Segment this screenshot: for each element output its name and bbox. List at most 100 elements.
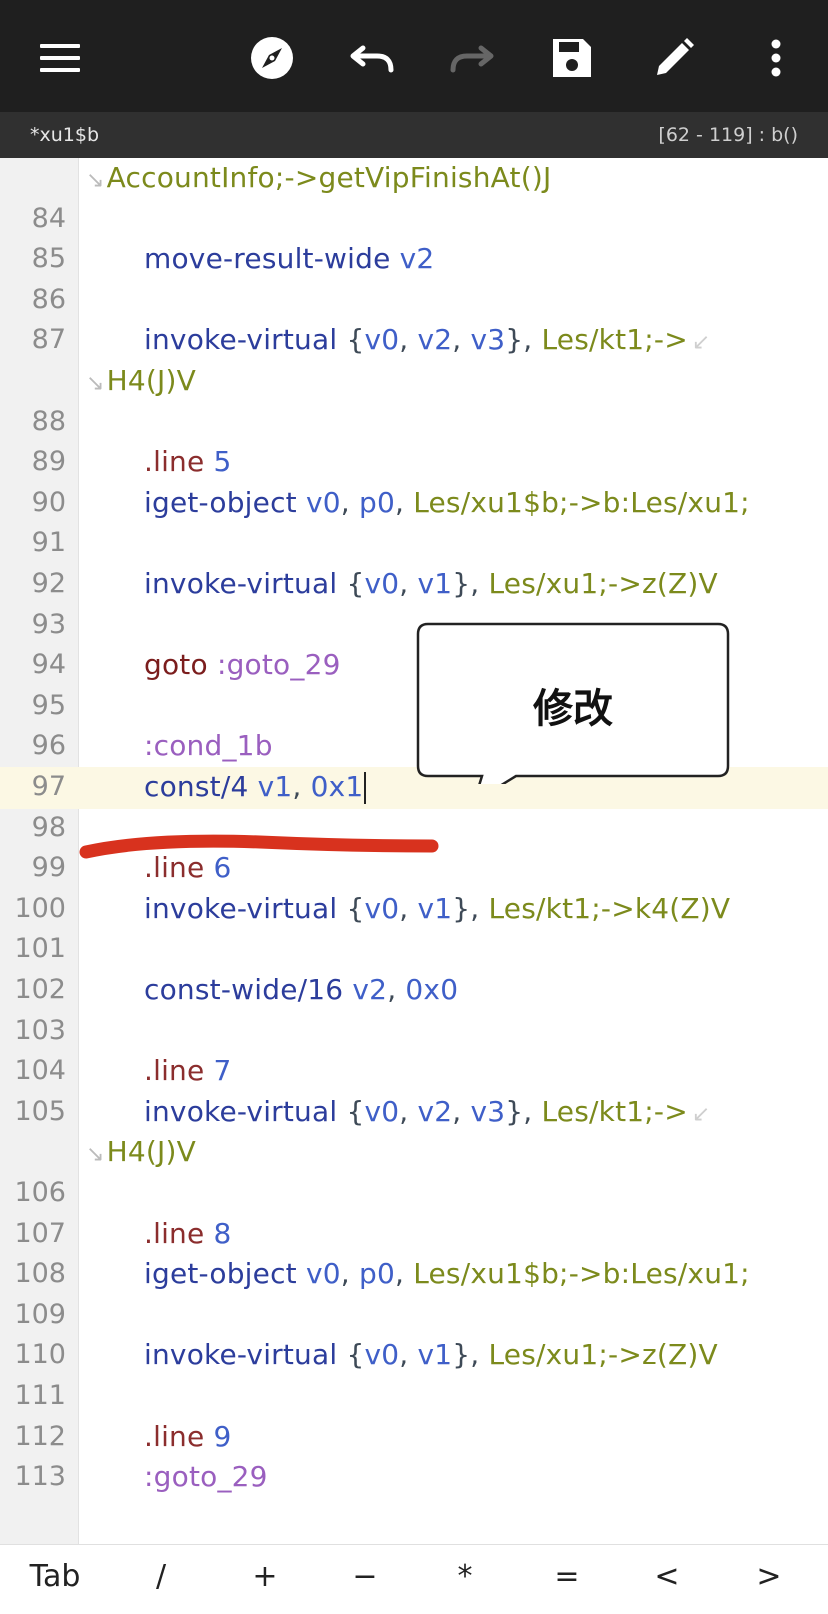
code-line[interactable]: 102 const-wide/16 v2, 0x0: [0, 970, 828, 1012]
key-2[interactable]: +: [230, 1559, 300, 1594]
code-token: invoke-virtual: [144, 567, 338, 600]
code-token: v0: [305, 1257, 341, 1291]
line-number: 86: [31, 283, 66, 315]
code-token: v0: [305, 485, 341, 519]
code-token: Les/kt1;->: [541, 1094, 688, 1128]
line-number: 97: [31, 771, 66, 802]
code-line[interactable]: 92 invoke-virtual {v0, v1}, Les/xu1;->z(Z…: [0, 564, 828, 606]
code-token: ,: [452, 323, 471, 357]
line-number: 101: [14, 933, 66, 965]
code-token: v3: [470, 1094, 506, 1128]
code-line[interactable]: 111: [0, 1376, 828, 1418]
key-0[interactable]: Tab: [20, 1559, 90, 1594]
code-line[interactable]: 86: [0, 280, 828, 322]
menu-button[interactable]: [22, 20, 98, 96]
code-token: Les/xu1$b;->b:Les/xu1;: [413, 485, 750, 519]
line-number: 98: [31, 811, 66, 843]
code-token: v3: [470, 323, 506, 357]
code-token: Les/kt1;->: [541, 323, 688, 357]
undo-button[interactable]: [334, 20, 410, 96]
code-token: ,: [399, 1338, 418, 1372]
code-editor[interactable]: ↘AccountInfo;->getVipFinishAt()J 84 85 move…: [0, 158, 828, 1544]
code-line[interactable]: 98: [0, 808, 828, 850]
code-line[interactable]: 88: [0, 402, 828, 444]
redo-button[interactable]: [434, 20, 510, 96]
code-line[interactable]: 103: [0, 1011, 828, 1053]
line-number: 102: [14, 974, 66, 1005]
line-number: 103: [14, 1014, 66, 1046]
more-button[interactable]: [738, 20, 814, 96]
code-line[interactable]: 110 invoke-virtual {v0, v1}, Les/xu1;->z(…: [0, 1335, 828, 1377]
key-5[interactable]: =: [532, 1559, 602, 1594]
key-6[interactable]: <: [632, 1559, 702, 1594]
line-number: 85: [31, 243, 66, 275]
callout-text: 修改: [533, 686, 613, 732]
key-3[interactable]: −: [330, 1559, 400, 1594]
code-token: v2: [399, 242, 435, 276]
code-token: const/4: [144, 770, 249, 803]
navigate-button[interactable]: [234, 20, 310, 96]
code-line[interactable]: 104 .line 7: [0, 1051, 828, 1093]
code-line-continuation: ↘H4(J)V: [0, 1132, 828, 1174]
compass-icon: [251, 37, 293, 79]
file-name: *xu1$b: [30, 124, 100, 146]
code-text: invoke-virtual {v0, v2, v3}, Les/kt1;-> ↙: [144, 1095, 711, 1128]
code-line[interactable]: 85 move-result-wide v2: [0, 239, 828, 281]
code-line[interactable]: 100 invoke-virtual {v0, v1}, Les/kt1;->k4…: [0, 889, 828, 931]
code-text: move-result-wide v2: [144, 242, 434, 275]
line-number: 105: [14, 1095, 66, 1127]
code-line[interactable]: 109: [0, 1295, 828, 1337]
code-line[interactable]: 90 iget-object v0, p0, Les/xu1$b;->b:Les/…: [0, 483, 828, 525]
code-text: invoke-virtual {v0, v2, v3}, Les/kt1;-> ↙: [144, 323, 711, 356]
hamburger-menu-icon: [40, 44, 80, 72]
key-7[interactable]: >: [734, 1559, 804, 1594]
code-text: invoke-virtual {v0, v1}, Les/xu1;->z(Z)V: [144, 567, 718, 600]
code-line[interactable]: 105 invoke-virtual {v0, v2, v3}, Les/kt1;…: [0, 1092, 828, 1134]
code-line-continuation: ↘AccountInfo;->getVipFinishAt()J: [0, 158, 828, 200]
code-token: },: [452, 891, 489, 925]
wrap-start-icon: ↘: [86, 1142, 105, 1168]
code-line[interactable]: 89 .line 5: [0, 442, 828, 484]
code-line[interactable]: 112 .line 9: [0, 1417, 828, 1459]
code-line[interactable]: 106: [0, 1173, 828, 1215]
wrap-start-icon: ↘: [86, 371, 105, 396]
code-line[interactable]: 107 .line 8: [0, 1214, 828, 1256]
cursor-position: [62 - 119] : b(): [658, 124, 798, 146]
code-token: },: [452, 567, 489, 600]
code-token: 5: [213, 445, 232, 479]
code-line[interactable]: 101: [0, 929, 828, 971]
line-number: 108: [14, 1258, 66, 1290]
code-token: ,: [340, 1257, 359, 1291]
code-line[interactable]: 99 .line 6: [0, 848, 828, 890]
code-line[interactable]: 108 iget-object v0, p0, Les/xu1$b;->b:Les…: [0, 1254, 828, 1296]
code-text: goto :goto_29: [144, 648, 341, 681]
code-line[interactable]: 87 invoke-virtual {v0, v2, v3}, Les/kt1;-…: [0, 320, 828, 362]
code-token: {: [337, 323, 365, 357]
code-token: move-result-wide: [144, 242, 391, 276]
code-token: v0: [364, 891, 400, 925]
code-token: v2: [417, 1094, 453, 1128]
key-4[interactable]: *: [430, 1559, 500, 1594]
edit-button[interactable]: [636, 20, 712, 96]
code-token: Les/kt1;->k4(Z)V: [488, 891, 731, 925]
code-token: .line: [144, 445, 205, 479]
code-line[interactable]: 84: [0, 199, 828, 241]
floppy-disk-icon: [553, 39, 591, 77]
code-line[interactable]: 91: [0, 523, 828, 565]
code-token: ,: [340, 485, 359, 519]
line-number: 88: [31, 405, 66, 437]
code-token: {: [337, 1338, 365, 1372]
code-token: const-wide/16: [144, 973, 344, 1006]
code-token: v1: [257, 770, 293, 803]
code-text: const-wide/16 v2, 0x0: [144, 973, 458, 1006]
line-number: 95: [31, 689, 66, 721]
code-line[interactable]: 113:goto_29: [0, 1457, 828, 1499]
key-1[interactable]: /: [126, 1559, 196, 1594]
save-button[interactable]: [534, 20, 610, 96]
code-token: ,: [394, 1257, 414, 1291]
code-token: Les/xu1;->z(Z)V: [488, 1338, 718, 1372]
